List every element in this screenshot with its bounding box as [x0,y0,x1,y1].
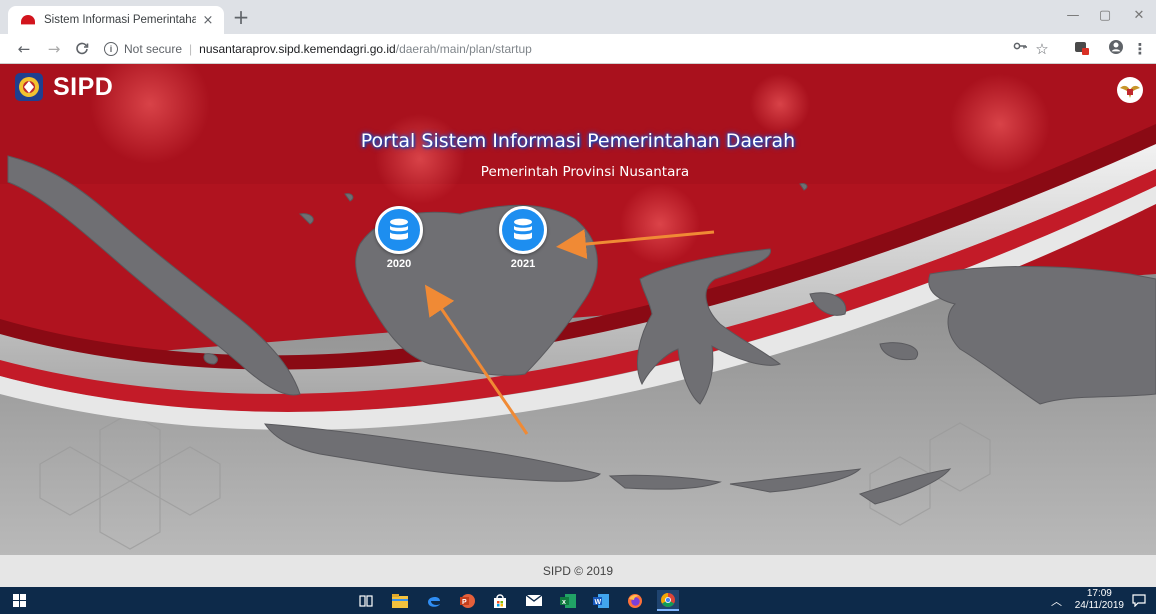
clock-date: 24/11/2019 [1074,600,1124,611]
info-icon[interactable]: i [104,42,118,56]
favicon-icon [21,15,35,25]
year-label: 2021 [510,258,536,270]
clock-time: 17:09 [1086,588,1112,599]
bookmark-star-icon[interactable]: ☆ [1032,39,1052,59]
footer-text: SIPD © 2019 [542,564,614,578]
minimize-button[interactable]: — [1058,6,1088,26]
page-content: SIPD Portal Sistem Informasi Pemerintaha… [0,64,1156,555]
svg-text:W: W [595,599,602,606]
restore-button[interactable]: ▢ [1090,6,1120,26]
url-host: nusantaraprov.sipd.kemendagri.go.id [199,42,396,56]
address-separator: | [189,42,193,56]
excel-icon[interactable]: x [557,590,579,611]
new-tab-button[interactable]: + [230,7,252,29]
close-window-button[interactable]: ✕ [1124,6,1154,26]
firefox-icon[interactable] [624,590,646,611]
browser-toolbar: ← → i Not secure | nusantaraprov.sipd.ke… [0,34,1156,64]
forward-icon[interactable]: → [44,39,64,59]
not-secure-label: Not secure [124,42,183,56]
tab-close-icon[interactable]: × [200,13,216,28]
key-icon[interactable] [1010,39,1030,59]
mail-icon[interactable] [523,590,545,611]
extension-icon[interactable] [1072,39,1092,59]
page-footer: SIPD © 2019 [0,555,1156,587]
portal-subtitle: Pemerintah Provinsi Nusantara [480,164,690,180]
sipd-emblem-icon [15,73,43,101]
garuda-emblem-icon[interactable] [1116,76,1144,104]
year-2021-button[interactable]: 2021 [497,206,549,270]
edge-browser-icon[interactable] [423,590,445,611]
year-label: 2020 [386,258,412,270]
sipd-logo[interactable]: SIPD [14,72,113,102]
reload-icon[interactable] [72,39,92,59]
powerpoint-icon[interactable]: P [456,590,478,611]
database-icon [499,206,547,254]
url-path: /daerah/main/plan/startup [395,42,532,56]
back-icon[interactable]: ← [14,39,34,59]
year-2020-button[interactable]: 2020 [373,206,425,270]
portal-title: Portal Sistem Informasi Pemerintahan Dae… [360,130,796,152]
svg-text:x: x [562,599,566,606]
system-clock[interactable]: 17:09 24/11/2019 [1075,588,1124,612]
browser-tab-bar: Sistem Informasi Pemerintahan D × + — ▢ … [0,0,1156,34]
windows-taskbar: P x W ︿ 17:09 24/11/2019 [0,587,1156,614]
tray-chevron-up-icon[interactable]: ︿ [1051,593,1062,609]
profile-icon[interactable] [1106,39,1126,59]
tab-title: Sistem Informasi Pemerintahan D [44,14,196,26]
file-explorer-icon[interactable] [389,590,411,611]
task-view-icon[interactable] [355,590,377,611]
word-icon[interactable]: W [590,590,612,611]
notifications-icon[interactable] [1128,590,1150,611]
browser-tab[interactable]: Sistem Informasi Pemerintahan D × [8,6,224,34]
logo-text: SIPD [53,72,114,101]
chrome-icon[interactable] [657,590,679,611]
store-icon[interactable] [489,590,511,611]
svg-text:P: P [462,599,467,606]
address-bar[interactable]: i Not secure | nusantaraprov.sipd.kemend… [104,37,1004,61]
menu-icon[interactable]: ⋮ [1130,39,1150,59]
windows-start-icon[interactable] [8,590,30,611]
database-icon [375,206,423,254]
